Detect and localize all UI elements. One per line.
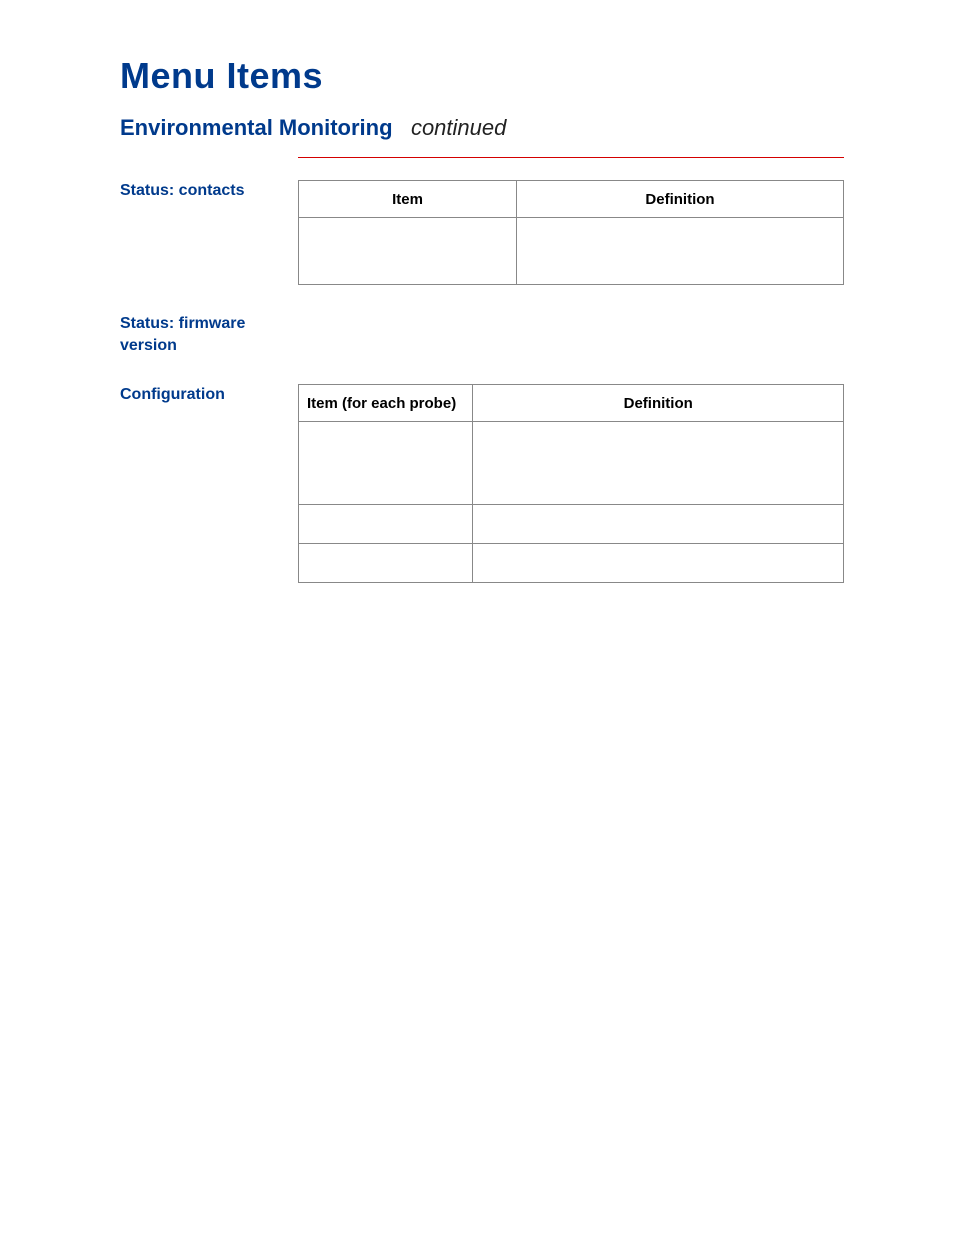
rule-divider <box>298 157 844 158</box>
section-title: Environmental Monitoring <box>120 115 393 140</box>
col-header-item: Item (for each probe) <box>299 385 473 422</box>
col-header-definition: Definition <box>517 181 844 218</box>
page-title: Menu Items <box>120 55 844 97</box>
table-row <box>299 544 844 583</box>
table-row <box>299 422 844 505</box>
group-configuration: Configuration Item (for each probe) Defi… <box>120 384 844 583</box>
group-label-status-firmware: Status: firmware version <box>120 313 298 356</box>
cell-definition <box>473 422 844 505</box>
group-label-configuration: Configuration <box>120 384 298 406</box>
group-status-contacts: Status: contacts Item Definition <box>120 180 844 285</box>
group-label-status-contacts: Status: contacts <box>120 180 298 202</box>
col-header-definition: Definition <box>473 385 844 422</box>
cell-item <box>299 544 473 583</box>
cell-item <box>299 422 473 505</box>
cell-item <box>299 218 517 285</box>
group-content-status-contacts: Item Definition <box>298 180 844 285</box>
group-content-configuration: Item (for each probe) Definition <box>298 384 844 583</box>
page: Menu Items Environmental Monitoring cont… <box>0 0 954 583</box>
cell-definition <box>473 544 844 583</box>
status-contacts-table: Item Definition <box>298 180 844 285</box>
table-row <box>299 505 844 544</box>
cell-definition <box>517 218 844 285</box>
table-header-row: Item (for each probe) Definition <box>299 385 844 422</box>
col-header-item: Item <box>299 181 517 218</box>
cell-definition <box>473 505 844 544</box>
table-row <box>299 218 844 285</box>
section-header: Environmental Monitoring continued <box>120 115 844 141</box>
group-status-firmware: Status: firmware version <box>120 313 844 356</box>
table-header-row: Item Definition <box>299 181 844 218</box>
configuration-table: Item (for each probe) Definition <box>298 384 844 583</box>
cell-item <box>299 505 473 544</box>
section-suffix: continued <box>411 115 506 140</box>
